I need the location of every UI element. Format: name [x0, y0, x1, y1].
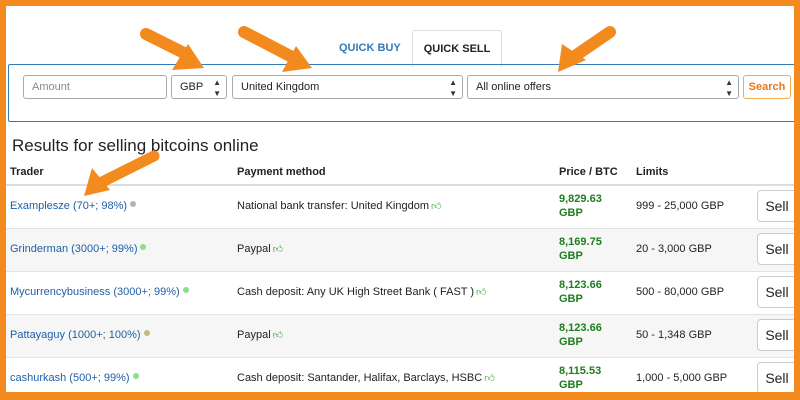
trader-name: Pattayaguy (1000+; 100%) — [10, 329, 141, 341]
country-select[interactable]: United Kingdom ▲ ▼ — [232, 75, 463, 99]
thumbs-up-icon: 👍︎ — [431, 201, 442, 212]
price-currency: GBP — [559, 207, 583, 219]
price-value: 8,123.66 — [559, 279, 602, 291]
header-payment: Payment method — [237, 166, 326, 178]
table-header: Trader Payment method Price / BTC Limits — [6, 160, 794, 186]
price: 8,115.53 GBP — [559, 364, 619, 392]
screenshot-frame: QUICK BUY QUICK SELL Amount GBP ▲ ▼ Unite… — [0, 0, 800, 400]
price: 9,829.63 GBP — [559, 192, 619, 220]
table-row: Grinderman (3000+; 99%) Paypal 👍︎ 8,169.7… — [6, 229, 794, 272]
offers-value: All online offers — [476, 81, 552, 93]
limits: 1,000 - 5,000 GBP — [636, 372, 728, 384]
payment-text: Cash deposit: Any UK High Street Bank ( … — [237, 286, 475, 298]
status-dot-icon — [130, 201, 137, 207]
status-dot-icon — [143, 330, 150, 336]
price-value: 9,829.63 — [559, 193, 602, 205]
table-row: cashurkash (500+; 99%) Cash deposit: San… — [6, 358, 794, 392]
payment-method: Cash deposit: Any UK High Street Bank ( … — [237, 286, 486, 298]
limits: 50 - 1,348 GBP — [636, 329, 712, 341]
payment-text: National bank transfer: United Kingdom — [237, 200, 429, 212]
trader-link[interactable]: cashurkash (500+; 99%) — [10, 372, 139, 384]
search-panel: Amount GBP ▲ ▼ United Kingdom ▲ ▼ All onli… — [8, 64, 794, 122]
search-button[interactable]: Search — [743, 75, 791, 99]
price: 8,123.66 GBP — [559, 278, 619, 306]
payment-method: Cash deposit: Santander, Halifax, Barcla… — [237, 372, 495, 384]
trader-name: Examplesze (70+; 98%) — [10, 200, 128, 212]
results-table: Trader Payment method Price / BTC Limits… — [6, 160, 794, 392]
price: 8,169.75 GBP — [559, 235, 619, 263]
price-value: 8,115.53 — [559, 365, 602, 377]
payment-text: Paypal — [237, 243, 271, 255]
payment-method: Paypal 👍︎ — [237, 329, 283, 341]
trader-name: cashurkash (500+; 99%) — [10, 372, 130, 384]
tab-quick-buy[interactable]: QUICK BUY — [328, 30, 412, 66]
status-dot-icon — [182, 287, 189, 293]
header-limits: Limits — [636, 166, 669, 178]
table-row: Mycurrencybusiness (3000+; 99%) Cash dep… — [6, 272, 794, 315]
price-currency: GBP — [559, 379, 583, 391]
thumbs-up-icon: 👍︎ — [476, 287, 487, 298]
trader-link[interactable]: Grinderman (3000+; 99%) — [10, 243, 147, 255]
table-row: Examplesze (70+; 98%) National bank tran… — [6, 186, 794, 229]
thumbs-up-icon: 👍︎ — [272, 330, 284, 341]
header-trader: Trader — [10, 166, 44, 178]
trader-name: Grinderman (3000+; 99%) — [10, 243, 138, 255]
select-arrows-icon: ▲ ▼ — [449, 78, 457, 98]
status-dot-icon — [140, 244, 147, 250]
trader-link[interactable]: Pattayaguy (1000+; 100%) — [10, 329, 150, 341]
limits: 20 - 3,000 GBP — [636, 243, 712, 255]
price-value: 8,169.75 — [559, 236, 602, 248]
status-dot-icon — [132, 373, 139, 379]
payment-text: Cash deposit: Santander, Halifax, Barcla… — [237, 372, 483, 384]
header-price: Price / BTC — [559, 166, 618, 178]
price-currency: GBP — [559, 250, 583, 262]
sell-button[interactable]: Sell — [757, 362, 794, 392]
trader-link[interactable]: Mycurrencybusiness (3000+; 99%) — [10, 286, 189, 298]
limits: 999 - 25,000 GBP — [636, 200, 725, 212]
tab-quick-sell[interactable]: QUICK SELL — [411, 30, 503, 67]
currency-value: GBP — [180, 81, 204, 93]
thumbs-up-icon: 👍︎ — [484, 373, 495, 384]
price-currency: GBP — [559, 293, 583, 305]
amount-input[interactable]: Amount — [23, 75, 167, 99]
trader-link[interactable]: Examplesze (70+; 98%) — [10, 200, 137, 212]
trader-name: Mycurrencybusiness (3000+; 99%) — [10, 286, 180, 298]
select-arrows-icon: ▲ ▼ — [213, 78, 221, 98]
offers-select[interactable]: All online offers ▲ ▼ — [467, 75, 739, 99]
payment-text: Paypal — [237, 329, 271, 341]
thumbs-up-icon: 👍︎ — [272, 244, 284, 255]
payment-method: Paypal 👍︎ — [237, 243, 283, 255]
price-currency: GBP — [559, 336, 583, 348]
payment-method: National bank transfer: United Kingdom 👍︎ — [237, 200, 441, 212]
sell-button[interactable]: Sell — [757, 190, 794, 222]
sell-button[interactable]: Sell — [757, 319, 794, 351]
page-title: Results for selling bitcoins online — [12, 136, 259, 155]
price: 8,123.66 GBP — [559, 321, 619, 349]
trade-tabs: QUICK BUY QUICK SELL — [328, 30, 503, 67]
limits: 500 - 80,000 GBP — [636, 286, 725, 298]
sell-button[interactable]: Sell — [757, 233, 794, 265]
currency-select[interactable]: GBP ▲ ▼ — [171, 75, 227, 99]
country-value: United Kingdom — [241, 81, 320, 93]
select-arrows-icon: ▲ ▼ — [725, 78, 733, 98]
sell-button[interactable]: Sell — [757, 276, 794, 308]
price-value: 8,123.66 — [559, 322, 602, 334]
table-row: Pattayaguy (1000+; 100%) Paypal 👍︎ 8,123.… — [6, 315, 794, 358]
